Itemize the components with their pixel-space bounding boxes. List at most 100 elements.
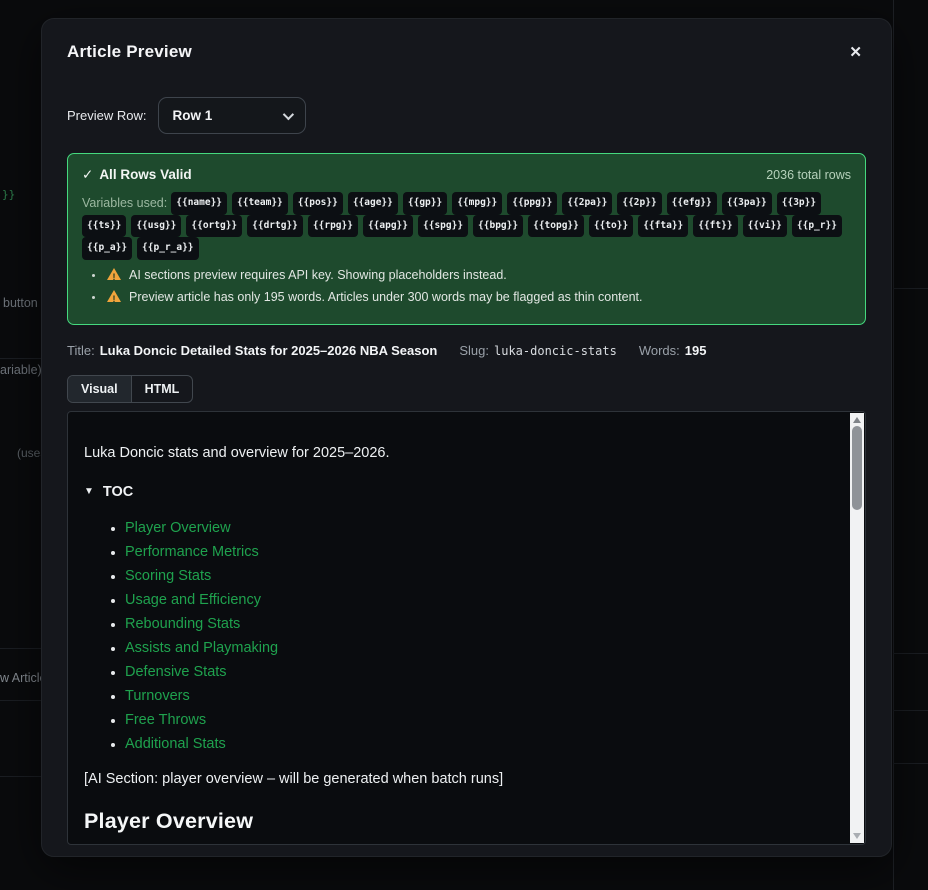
variable-chip: {{vi}} [742,214,787,237]
divider-line [893,763,928,764]
variable-chip: {{spg}} [418,214,469,237]
modal-title: Article Preview [67,42,192,61]
scrollbar-thumb[interactable] [852,425,862,510]
variable-chip: {{bpg}} [473,214,524,237]
variable-chip: {{pos}} [292,192,343,215]
ai-section-placeholder: [AI Section: player overview – will be g… [84,770,504,787]
toc-link[interactable]: Player Overview [125,520,231,536]
variable-chip: {{3p}} [776,192,822,215]
list-item: Additional Stats [125,732,831,756]
toc-toggle[interactable]: ▼ TOC [84,484,831,500]
variable-chip: {{ppg}} [507,192,558,215]
list-item: Performance Metrics [125,540,831,564]
variable-chip: {{to}} [588,214,634,237]
toc-link[interactable]: Usage and Efficiency [125,592,261,608]
variable-chip: {{fta}} [638,214,689,237]
divider-line [0,700,41,701]
close-icon[interactable]: ✕ [845,43,866,62]
validation-header: ✓ All Rows Valid 2036 total rows [82,166,851,184]
validation-status: ✓ All Rows Valid [82,167,192,183]
list-item: Usage and Efficiency [125,588,831,612]
variable-chip: {{mpg}} [452,192,503,215]
scrollbar[interactable] [850,412,864,843]
variable-chip: {{p_a}} [82,237,133,260]
toc-link[interactable]: Scoring Stats [125,568,211,584]
warning-text: AI sections preview requires API key. Sh… [129,267,507,282]
title-label: Title: [67,342,95,358]
list-item: Player Overview [125,516,831,540]
divider-line [893,0,894,890]
toc-link[interactable]: Rebounding Stats [125,616,240,632]
article-intro: Luka Doncic stats and overview for 2025–… [84,444,390,461]
toc-link[interactable]: Assists and Playmaking [125,640,278,656]
article-slug: luka-doncic-stats [494,343,617,358]
total-rows-count: 2036 total rows [766,168,851,182]
list-item: Free Throws [125,708,831,732]
warning-item: Preview article has only 195 words. Arti… [105,289,851,307]
variable-chip: {{2p}} [617,192,662,215]
preview-row-control: Preview Row: Row 1 [67,97,866,134]
divider-line [893,710,928,711]
validation-panel: ✓ All Rows Valid 2036 total rows Variable… [67,153,866,325]
list-item: Assists and Playmaking [125,636,831,660]
divider-line [0,648,41,649]
variable-chip: {{3pa}} [721,192,772,215]
variable-chip: {{p_r_a}} [137,237,199,260]
variable-chip: {{usg}} [131,214,182,237]
variable-chip: {{drtg}} [247,214,303,237]
toc-link[interactable]: Performance Metrics [125,544,259,560]
divider-line [893,653,928,654]
tab-html[interactable]: HTML [130,375,193,402]
background-fragment: button [3,296,38,310]
article-preview-modal: Article Preview ✕ Preview Row: Row 1 ✓ Al… [41,18,892,857]
words-label: Words: [638,342,680,358]
background-fragment: w Article [0,671,47,685]
variable-chip: {{gp}} [402,192,448,215]
variable-chip: {{ortg}} [186,214,243,237]
variable-chip: {{p_r}} [791,214,842,237]
warning-icon [107,289,122,307]
divider-line [893,288,928,289]
preview-row-label: Preview Row: [67,108,147,123]
article-title: Luka Doncic Detailed Stats for 2025–2026… [99,342,438,358]
toc-list: Player Overview Performance Metrics Scor… [84,516,831,756]
list-item: Rebounding Stats [125,612,831,636]
warning-icon [107,267,122,285]
preview-mode-tabs: Visual HTML [67,374,194,403]
variable-chip: {{efg}} [666,192,717,215]
variable-chip: {{rpg}} [307,214,358,237]
variables-label: Variables used: [82,196,168,211]
warning-item: AI sections preview requires API key. Sh… [105,267,851,285]
list-item: Defensive Stats [125,660,831,684]
background-fragment: ariable) [0,363,42,377]
variable-chip: {{2pa}} [562,192,613,215]
preview-row-select[interactable]: Row 1 [158,97,307,134]
modal-header: Article Preview ✕ [67,41,866,63]
toc-link[interactable]: Additional Stats [125,736,226,752]
article-meta: Title: Luka Doncic Detailed Stats for 20… [67,343,866,358]
check-icon: ✓ [82,167,94,182]
article-preview-pane: Luka Doncic stats and overview for 2025–… [67,410,866,845]
slug-label: Slug: [459,342,489,358]
toc-link[interactable]: Turnovers [125,688,190,704]
chevron-down-icon [283,108,295,120]
scroll-down-icon[interactable] [853,832,861,839]
background-fragment: }} [2,188,16,201]
variable-chip: {{ts}} [82,214,127,237]
tab-visual[interactable]: Visual [68,375,131,402]
validation-status-text: All Rows Valid [99,167,192,182]
section-heading: Player Overview [84,808,254,833]
variable-chip: {{ft}} [693,214,738,237]
warning-text: Preview article has only 195 words. Arti… [129,289,643,304]
word-count: 195 [684,342,707,358]
scroll-up-icon[interactable] [853,416,861,423]
caret-down-icon: ▼ [84,486,94,497]
toc-link[interactable]: Defensive Stats [125,664,227,680]
variable-chip: {{age}} [347,192,398,215]
divider-line [0,776,41,777]
list-item: Scoring Stats [125,564,831,588]
warning-list: AI sections preview requires API key. Sh… [89,267,851,307]
variable-chip: {{team}} [232,192,288,215]
toc-link[interactable]: Free Throws [125,712,206,728]
variable-chip: {{name}} [171,192,228,215]
